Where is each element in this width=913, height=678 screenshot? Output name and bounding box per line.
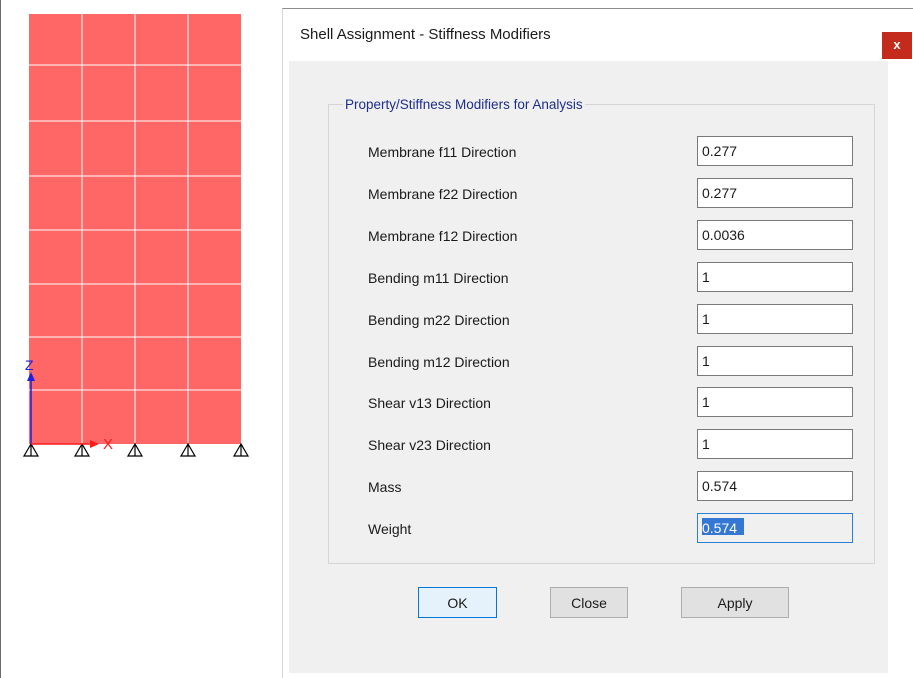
z-axis-label: Z — [25, 357, 34, 373]
modifier-row-v23: Shear v23 Direction — [289, 429, 888, 459]
dialog-titlebar[interactable]: Shell Assignment - Stiffness Modifiers x — [283, 9, 913, 61]
pin-support-icon — [126, 442, 144, 457]
close-icon: x — [893, 37, 901, 52]
pin-support-icon — [22, 442, 40, 457]
modifier-input-v23[interactable] — [697, 429, 853, 459]
x-axis-label: X — [103, 436, 113, 453]
close-button[interactable]: Close — [550, 587, 628, 618]
modifier-input-f11[interactable] — [697, 136, 853, 166]
modifier-label-v23: Shear v23 Direction — [368, 437, 491, 453]
modifier-row-weight: Weight — [289, 513, 888, 543]
modifier-row-f22: Membrane f22 Direction — [289, 178, 888, 208]
modifier-input-weight[interactable] — [697, 513, 853, 543]
close-window-button[interactable]: x — [882, 32, 912, 59]
modifier-row-mass: Mass — [289, 471, 888, 501]
modifier-label-v13: Shear v13 Direction — [368, 395, 491, 411]
modifier-label-f11: Membrane f11 Direction — [368, 144, 517, 160]
modifier-label-weight: Weight — [368, 521, 412, 537]
pin-support-icon — [179, 442, 197, 457]
modifier-input-m12[interactable] — [697, 346, 853, 376]
modifier-input-f22[interactable] — [697, 178, 853, 208]
modifier-input-m11[interactable] — [697, 262, 853, 292]
modifier-row-m12: Bending m12 Direction — [289, 346, 888, 376]
modifier-input-mass[interactable] — [697, 471, 853, 501]
modifier-label-f12: Membrane f12 Direction — [368, 228, 518, 244]
modifier-label-mass: Mass — [368, 479, 402, 495]
pin-support-icon — [232, 442, 250, 457]
modifier-input-m22[interactable] — [697, 304, 853, 334]
modifier-label-m12: Bending m12 Direction — [368, 354, 510, 370]
ok-button[interactable]: OK — [418, 587, 497, 618]
apply-button[interactable]: Apply — [681, 587, 789, 618]
dialog-title: Shell Assignment - Stiffness Modifiers — [300, 26, 551, 43]
modifier-row-m11: Bending m11 Direction — [289, 262, 888, 292]
modifier-row-v13: Shear v13 Direction — [289, 387, 888, 417]
groupbox-title: Property/Stiffness Modifiers for Analysi… — [343, 97, 585, 112]
modifier-row-f12: Membrane f12 Direction — [289, 220, 888, 250]
modifier-label-f22: Membrane f22 Direction — [368, 186, 518, 202]
modifier-row-f11: Membrane f11 Direction — [289, 136, 888, 166]
modifier-input-f12[interactable] — [697, 220, 853, 250]
dialog-body: Property/Stiffness Modifiers for Analysi… — [289, 61, 888, 673]
modifier-label-m11: Bending m11 Direction — [368, 270, 509, 286]
model-view-canvas[interactable]: ZX — [0, 0, 283, 678]
modifier-input-v13[interactable] — [697, 387, 853, 417]
model-view-drawing: ZX — [22, 14, 250, 457]
modifier-row-m22: Bending m22 Direction — [289, 304, 888, 334]
stiffness-modifiers-dialog: Shell Assignment - Stiffness Modifiers x… — [282, 8, 913, 678]
modifier-label-m22: Bending m22 Direction — [368, 312, 510, 328]
pin-support-icon — [73, 442, 91, 457]
